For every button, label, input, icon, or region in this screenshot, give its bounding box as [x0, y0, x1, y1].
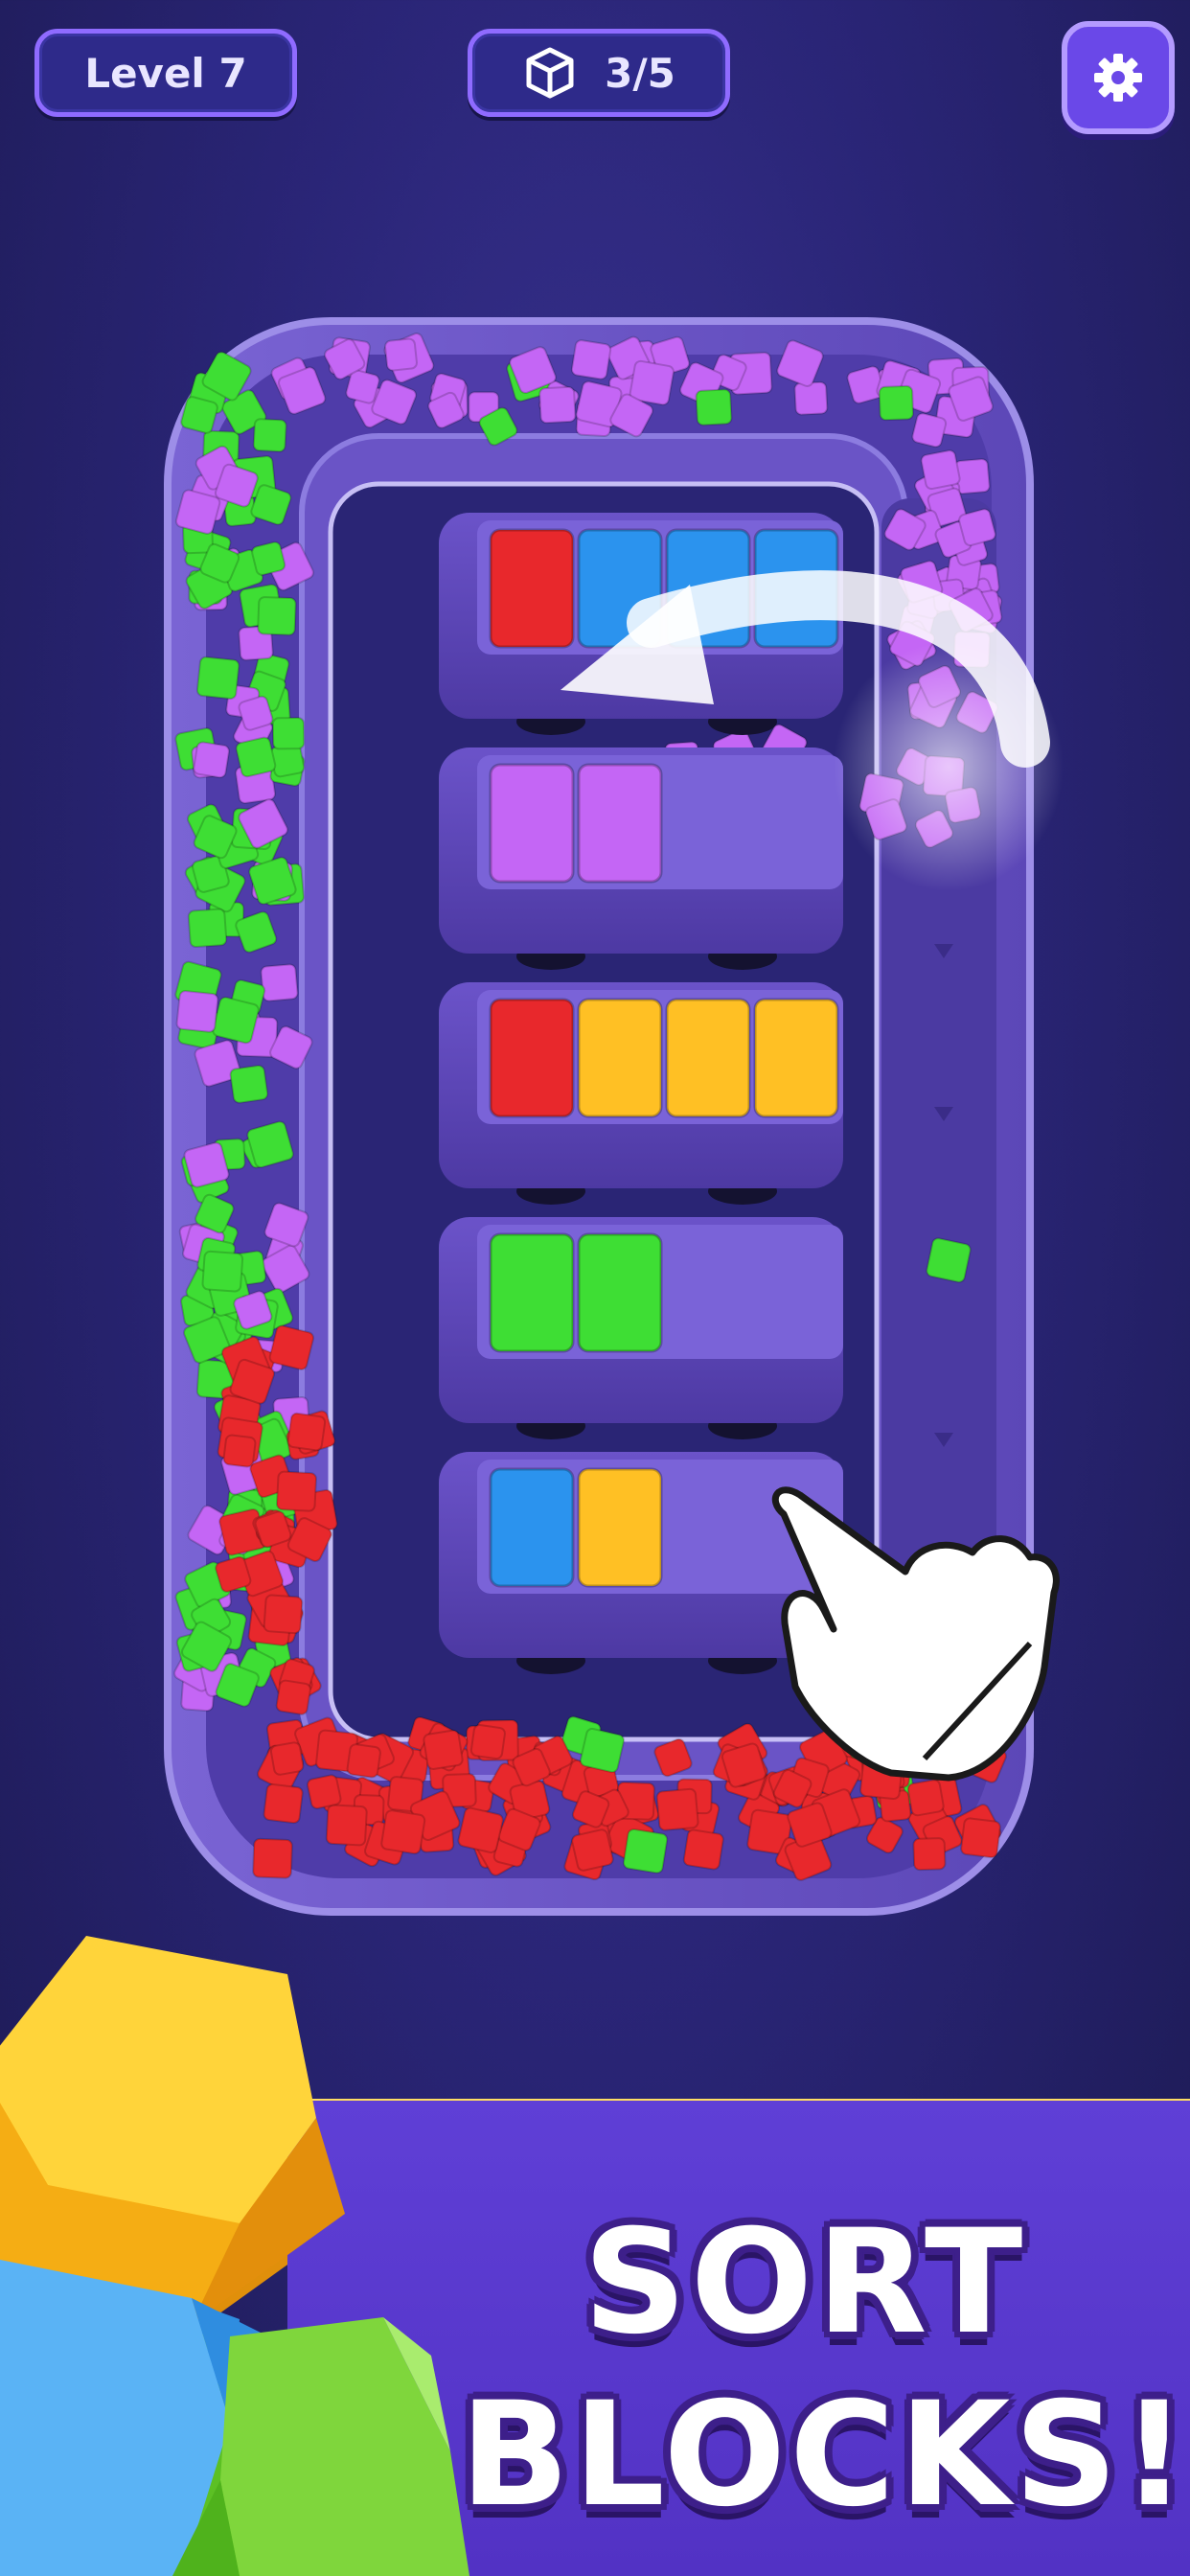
red-block [489, 528, 575, 649]
red-cube [222, 1434, 257, 1468]
yellow-block [665, 998, 751, 1118]
promo-line-2: BLOCKS! [460, 2372, 1190, 2539]
green-cube [187, 908, 228, 949]
truck-2[interactable] [439, 748, 843, 970]
green-cube [229, 1064, 269, 1104]
purple-cube [174, 489, 221, 535]
red-cube [286, 1412, 327, 1452]
green-block [577, 1232, 663, 1353]
red-cube [252, 1837, 293, 1879]
yellow-block [577, 998, 663, 1118]
green-cube [695, 388, 733, 426]
red-cube [571, 1828, 614, 1872]
green-cube [579, 1727, 626, 1774]
red-cube [325, 1804, 368, 1847]
purple-cube [793, 380, 829, 416]
promo-line-1: SORT [583, 2199, 1027, 2366]
purple-block [489, 763, 575, 884]
red-cube [269, 1741, 305, 1776]
red-block [489, 998, 575, 1118]
red-cube [263, 1782, 304, 1825]
green-cube [622, 1828, 669, 1874]
green-cube [926, 1237, 972, 1283]
purple-block [577, 763, 663, 884]
yellow-block [753, 998, 839, 1118]
game-board [164, 317, 1064, 1916]
purple-cube [193, 741, 230, 779]
red-cube [906, 1779, 945, 1817]
cubes-decoration-lower [0, 2260, 469, 2576]
green-cube [252, 418, 287, 453]
red-cube [275, 1470, 317, 1512]
purple-cube [570, 339, 612, 380]
red-cube [655, 1787, 699, 1831]
red-cube [268, 1324, 315, 1370]
red-cube [306, 1774, 342, 1809]
red-cube [682, 1828, 724, 1871]
red-cube [912, 1837, 947, 1872]
purple-cube [911, 412, 948, 448]
red-cube [380, 1809, 426, 1855]
purple-cube [260, 963, 299, 1002]
purple-cube [175, 990, 219, 1033]
green-cube [251, 540, 286, 576]
red-cube [275, 1679, 311, 1715]
green-cube [180, 396, 218, 434]
truck-5[interactable] [439, 1452, 843, 1674]
purple-cube [538, 385, 577, 425]
red-cube [346, 1743, 381, 1779]
red-cube [469, 1724, 506, 1760]
truck-3[interactable] [439, 982, 843, 1205]
blue-block [489, 1467, 575, 1588]
purple-cube [920, 449, 961, 491]
red-cube [263, 1594, 304, 1635]
red-cube [423, 1729, 464, 1770]
purple-cube [384, 337, 418, 372]
green-block [489, 1232, 575, 1353]
green-cube [878, 384, 914, 422]
green-cube [257, 596, 297, 636]
yellow-block [577, 1467, 663, 1588]
purple-cube [958, 508, 996, 547]
green-cube [201, 1250, 244, 1293]
truck-4[interactable] [439, 1217, 843, 1439]
green-cube [212, 996, 260, 1045]
red-cube [960, 1817, 1001, 1859]
green-cube [235, 736, 277, 778]
green-cube [271, 716, 306, 750]
green-cube [195, 656, 240, 701]
red-cube [457, 1806, 504, 1853]
purple-cube [183, 1141, 230, 1188]
